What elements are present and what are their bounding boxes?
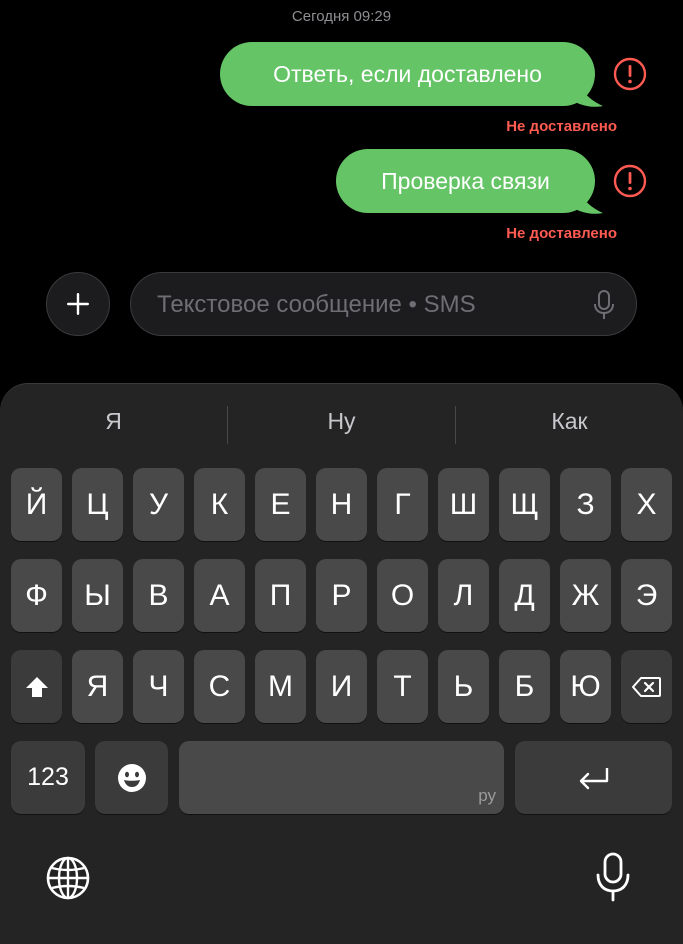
key[interactable]: Ы (72, 559, 123, 632)
message-text: Ответь, если доставлено (273, 60, 542, 87)
space-language-label: ру (478, 786, 496, 805)
shift-key[interactable] (11, 650, 62, 723)
message-bubble[interactable]: Проверка связи (336, 149, 603, 214)
emoji-key[interactable] (95, 741, 168, 814)
key[interactable]: З (560, 468, 611, 541)
key[interactable]: О (377, 559, 428, 632)
key[interactable]: Н (316, 468, 367, 541)
message-input-container (130, 272, 637, 337)
key[interactable]: Ц (72, 468, 123, 541)
key[interactable]: П (255, 559, 306, 632)
error-icon[interactable] (613, 57, 647, 91)
key[interactable]: К (194, 468, 245, 541)
key[interactable]: Ь (438, 650, 489, 723)
space-key[interactable]: ру (179, 741, 504, 814)
key[interactable]: У (133, 468, 184, 541)
key[interactable]: Е (255, 468, 306, 541)
bubble-tail (575, 183, 603, 214)
key[interactable]: Ш (438, 468, 489, 541)
key[interactable]: М (255, 650, 306, 723)
key[interactable]: Й (11, 468, 62, 541)
key[interactable]: Р (316, 559, 367, 632)
shift-icon (25, 676, 48, 697)
suggestion[interactable]: Ну (228, 408, 455, 435)
key[interactable]: Х (621, 468, 672, 541)
microphone-icon[interactable] (594, 290, 614, 320)
message-bubble[interactable]: Ответь, если доставлено (220, 42, 603, 107)
message-text: Проверка связи (381, 167, 550, 194)
key[interactable]: Л (438, 559, 489, 632)
key[interactable]: Я (72, 650, 123, 723)
key[interactable]: Э (621, 559, 672, 632)
key[interactable]: Ю (560, 650, 611, 723)
backspace-icon (631, 676, 661, 697)
backspace-key[interactable] (621, 650, 672, 723)
return-key[interactable] (515, 741, 672, 814)
attach-button[interactable] (46, 272, 110, 336)
key[interactable]: Ф (11, 559, 62, 632)
message-input[interactable] (155, 273, 579, 337)
key[interactable]: Д (499, 559, 550, 632)
suggestion[interactable]: Как (456, 408, 683, 435)
delivery-status: Не доставлено (506, 118, 617, 135)
emoji-icon (117, 763, 146, 792)
numbers-key[interactable]: 123 (11, 741, 85, 814)
key[interactable]: С (194, 650, 245, 723)
delivery-status: Не доставлено (506, 225, 617, 242)
key[interactable]: Щ (499, 468, 550, 541)
error-icon[interactable] (613, 164, 647, 198)
key[interactable]: Т (377, 650, 428, 723)
dictation-icon[interactable] (594, 851, 632, 903)
key[interactable]: Г (377, 468, 428, 541)
suggestion[interactable]: Я (0, 408, 227, 435)
keyboard: Я Ну Как Й Ц У К Е Н Г Ш Щ З Х Ф Ы В А П… (0, 383, 683, 944)
key[interactable]: Б (499, 650, 550, 723)
key[interactable]: В (133, 559, 184, 632)
key[interactable]: А (194, 559, 245, 632)
key[interactable]: И (316, 650, 367, 723)
plus-icon (67, 293, 89, 315)
bubble-tail (575, 76, 603, 107)
timestamp: Сегодня 09:29 (291, 8, 392, 25)
globe-icon[interactable] (44, 854, 92, 902)
key[interactable]: Ж (560, 559, 611, 632)
key[interactable]: Ч (133, 650, 184, 723)
return-icon (579, 767, 608, 789)
